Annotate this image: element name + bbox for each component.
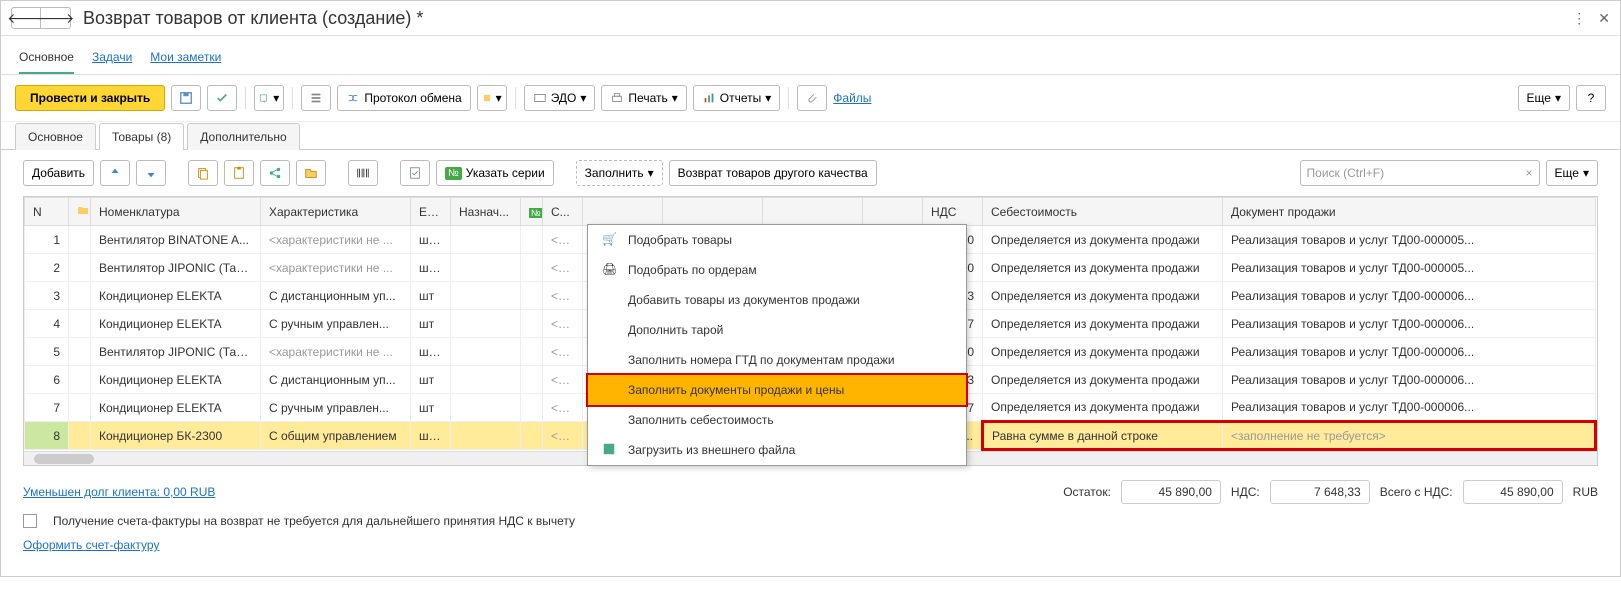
dd-fill-docs-prices[interactable]: Заполнить документы продажи и цены (586, 373, 968, 407)
series-button[interactable]: № Указать серии (436, 160, 554, 186)
search-input[interactable]: Поиск (Ctrl+F)× (1300, 160, 1540, 186)
clear-search-icon: × (1526, 166, 1533, 180)
debt-link[interactable]: Уменьшен долг клиента: 0,00 RUB (23, 485, 215, 499)
copy-icon[interactable] (188, 160, 218, 186)
ostatok-value: 45 890,00 (1121, 480, 1221, 504)
col-nds[interactable]: НДС (923, 198, 983, 226)
subtab-main[interactable]: Основное (15, 123, 96, 150)
col-cost[interactable]: Себестоимость (983, 198, 1223, 226)
dd-load-file[interactable]: Загрузить из внешнего файла (588, 435, 966, 465)
save-icon[interactable] (171, 85, 201, 111)
col-unit[interactable]: Ед... (411, 198, 451, 226)
menu-icon[interactable]: ⋮ (1572, 10, 1586, 27)
edo-button[interactable]: ЭДО ▾ (524, 85, 596, 111)
col-sum[interactable] (763, 198, 863, 226)
folder-icon[interactable] (296, 160, 326, 186)
navtab-notes[interactable]: Мои заметки (150, 44, 221, 74)
create-based-icon[interactable]: ▾ (254, 85, 284, 111)
col-vat[interactable] (863, 198, 923, 226)
sf-checkbox-label: Получение счета-фактуры на возврат не тр… (53, 514, 575, 528)
structure-icon[interactable] (301, 85, 331, 111)
col-qty[interactable] (583, 198, 663, 226)
currency: RUB (1573, 485, 1598, 499)
move-up-icon[interactable] (100, 160, 130, 186)
col-price[interactable] (663, 198, 763, 226)
navtab-main[interactable]: Основное (19, 44, 74, 74)
col-icon[interactable] (69, 198, 91, 226)
window-title: Возврат товаров от клиента (создание) * (83, 8, 1572, 29)
more-button[interactable]: Еще ▾ (1518, 85, 1570, 111)
sf-link[interactable]: Оформить счет-фактуру (23, 538, 159, 552)
dd-pick-orders[interactable]: 🖨Подобрать по ордерам (588, 255, 966, 285)
dd-add-from-docs[interactable]: Добавить товары из документов продажи (588, 285, 966, 315)
navtab-tasks[interactable]: Задачи (92, 44, 132, 74)
col-doc[interactable]: Документ продажи (1223, 198, 1596, 226)
fill-button[interactable]: Заполнить ▾ (576, 160, 663, 186)
nds-value: 7 648,33 (1270, 480, 1370, 504)
col-series[interactable]: С... (543, 198, 583, 226)
files-link[interactable]: Файлы (833, 91, 871, 105)
col-nomenclature[interactable]: Номенклатура (91, 198, 261, 226)
paste-icon[interactable] (224, 160, 254, 186)
post-close-button[interactable]: Провести и закрыть (15, 85, 165, 111)
more2-button[interactable]: Еще ▾ (1546, 160, 1598, 186)
help-button[interactable]: ? (1576, 85, 1606, 111)
share-icon[interactable] (260, 160, 290, 186)
col-characteristic[interactable]: Характеристика (261, 198, 411, 226)
reports-button[interactable]: Отчеты ▾ (693, 85, 781, 111)
nds-label: НДС: (1231, 485, 1260, 499)
ostatok-label: Остаток: (1063, 485, 1111, 499)
fill-dropdown: 🛒Подобрать товары 🖨Подобрать по ордерам … (587, 224, 967, 466)
close-icon[interactable]: ✕ (1598, 10, 1610, 27)
dd-fill-cost[interactable]: Заполнить себестоимость (588, 405, 966, 435)
subtab-additional[interactable]: Дополнительно (187, 123, 299, 150)
total-value: 45 890,00 (1463, 480, 1563, 504)
col-assignment[interactable]: Назнач... (451, 198, 521, 226)
forward-button[interactable]: 🡒 (41, 7, 71, 29)
attach-icon[interactable] (797, 85, 827, 111)
sf-checkbox[interactable] (23, 514, 37, 528)
subtab-goods[interactable]: Товары (8) (99, 123, 184, 150)
dk-icon[interactable]: ▾ (477, 85, 507, 111)
total-label: Всего с НДС: (1380, 485, 1453, 499)
dd-pick-goods[interactable]: 🛒Подобрать товары (588, 225, 966, 255)
print-button[interactable]: Печать ▾ (601, 85, 686, 111)
barcode-icon[interactable] (348, 160, 378, 186)
other-quality-button[interactable]: Возврат товаров другого качества (669, 160, 877, 186)
col-n[interactable]: N (25, 198, 69, 226)
col-num[interactable]: № (521, 198, 543, 226)
protocol-button[interactable]: Протокол обмена (337, 85, 470, 111)
dd-fill-gtd[interactable]: Заполнить номера ГТД по документам прода… (588, 345, 966, 375)
add-button[interactable]: Добавить (23, 160, 94, 186)
move-down-icon[interactable] (136, 160, 166, 186)
post-icon[interactable] (207, 85, 237, 111)
dd-add-tare[interactable]: Дополнить тарой (588, 315, 966, 345)
check-doc-icon[interactable] (400, 160, 430, 186)
